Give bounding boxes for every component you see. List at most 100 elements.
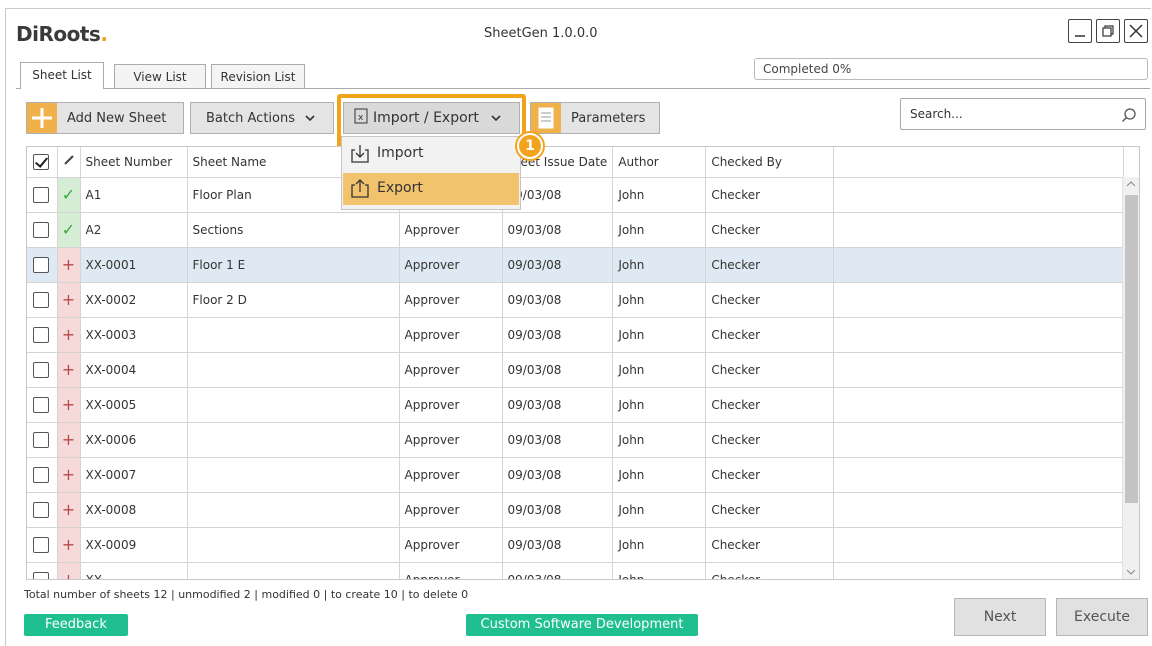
cell-sheet-name[interactable]	[187, 422, 400, 458]
cell-checked-by[interactable]: Checker	[705, 492, 835, 528]
cell-issue-date[interactable]: 09/03/08	[502, 247, 614, 283]
cell-sheet-number[interactable]: XX-0009	[80, 527, 188, 563]
cell-approved-by[interactable]: Approver	[399, 492, 503, 528]
cell-checked-by[interactable]: Checker	[705, 457, 835, 493]
cell-author[interactable]: John	[612, 492, 707, 528]
row-checkbox[interactable]	[27, 177, 58, 213]
cell-issue-date[interactable]: 09/03/08	[502, 352, 614, 388]
row-checkbox[interactable]	[27, 352, 58, 388]
cell-checked-by[interactable]: Checker	[705, 422, 835, 458]
row-checkbox[interactable]	[27, 247, 58, 283]
cell-issue-date[interactable]: 09/03/08	[502, 562, 614, 579]
tab-sheet-list[interactable]: Sheet List	[20, 62, 104, 89]
cell-issue-date[interactable]: 09/03/08	[502, 457, 614, 493]
cell-author[interactable]: John	[612, 352, 707, 388]
row-checkbox[interactable]	[27, 212, 58, 248]
row-checkbox[interactable]	[27, 562, 58, 579]
cell-checked-by[interactable]: Checker	[705, 177, 835, 213]
cell-approved-by[interactable]: Approver	[399, 457, 503, 493]
select-all-checkbox[interactable]	[27, 147, 58, 178]
batch-actions-button[interactable]: Batch Actions	[190, 102, 334, 134]
cell-checked-by[interactable]: Checker	[705, 387, 835, 423]
cell-sheet-name[interactable]	[187, 387, 400, 423]
feedback-button[interactable]: Feedback	[24, 614, 128, 636]
menu-item-import[interactable]: Import	[343, 138, 519, 170]
minimize-button[interactable]	[1068, 19, 1092, 43]
column-header-checked-by[interactable]: Checked By	[705, 147, 835, 178]
cell-sheet-name[interactable]: Sections	[187, 212, 400, 248]
column-header-sheet-number[interactable]: Sheet Number	[80, 147, 188, 178]
table-row[interactable]: ✓ A2 Sections Approver 09/03/08 John Checker	[27, 212, 1125, 248]
cell-sheet-number[interactable]: XX-0007	[80, 457, 188, 493]
row-checkbox[interactable]	[27, 282, 58, 318]
row-checkbox[interactable]	[27, 492, 58, 528]
row-checkbox[interactable]	[27, 317, 58, 353]
cell-checked-by[interactable]: Checker	[705, 317, 835, 353]
cell-checked-by[interactable]: Checker	[705, 527, 835, 563]
scroll-thumb[interactable]	[1125, 195, 1138, 503]
table-row[interactable]: + XX-... Approver 09/03/08 John Checker	[27, 562, 1125, 579]
next-button[interactable]: Next	[954, 598, 1046, 636]
cell-sheet-name[interactable]	[187, 492, 400, 528]
cell-issue-date[interactable]: 09/03/08	[502, 527, 614, 563]
table-row[interactable]: + XX-0004 Approver 09/03/08 John Checker	[27, 352, 1125, 388]
cell-author[interactable]: John	[612, 562, 707, 579]
cell-issue-date[interactable]: 09/03/08	[502, 317, 614, 353]
cell-issue-date[interactable]: 09/03/08	[502, 282, 614, 318]
cell-checked-by[interactable]: Checker	[705, 247, 835, 283]
cell-author[interactable]: John	[612, 212, 707, 248]
cell-sheet-name[interactable]: Floor 1 E	[187, 247, 400, 283]
table-row[interactable]: + XX-0003 Approver 09/03/08 John Checker	[27, 317, 1125, 353]
cell-approved-by[interactable]: Approver	[399, 317, 503, 353]
cell-checked-by[interactable]: Checker	[705, 352, 835, 388]
cell-checked-by[interactable]: Checker	[705, 562, 835, 579]
table-row[interactable]: + XX-0008 Approver 09/03/08 John Checker	[27, 492, 1125, 528]
cell-approved-by[interactable]: Approver	[399, 527, 503, 563]
cell-author[interactable]: John	[612, 387, 707, 423]
cell-author[interactable]: John	[612, 282, 707, 318]
scroll-down-icon[interactable]	[1125, 567, 1138, 577]
table-row[interactable]: ✓ A1 Floor Plan 09/03/08 John Checker	[27, 177, 1125, 213]
cell-issue-date[interactable]: 09/03/08	[502, 492, 614, 528]
cell-approved-by[interactable]: Approver	[399, 352, 503, 388]
cell-issue-date[interactable]: 09/03/08	[502, 212, 614, 248]
table-row[interactable]: + XX-0001 Floor 1 E Approver 09/03/08 John Che…	[27, 247, 1125, 283]
vertical-scrollbar[interactable]	[1122, 177, 1139, 579]
cell-author[interactable]: John	[612, 317, 707, 353]
table-row[interactable]: + XX-0005 Approver 09/03/08 John Checker	[27, 387, 1125, 423]
cell-sheet-number[interactable]: XX-...	[80, 562, 188, 579]
cell-sheet-number[interactable]: XX-0004	[80, 352, 188, 388]
cell-approved-by[interactable]: Approver	[399, 387, 503, 423]
column-header-author[interactable]: Author	[612, 147, 707, 178]
cell-sheet-number[interactable]: A1	[80, 177, 188, 213]
cell-approved-by[interactable]: Approver	[399, 282, 503, 318]
scroll-up-icon[interactable]	[1125, 179, 1138, 189]
row-checkbox[interactable]	[27, 457, 58, 493]
cell-checked-by[interactable]: Checker	[705, 282, 835, 318]
row-checkbox[interactable]	[27, 527, 58, 563]
execute-button[interactable]: Execute	[1056, 598, 1148, 636]
cell-approved-by[interactable]: Approver	[399, 562, 503, 579]
restore-button[interactable]	[1096, 19, 1120, 43]
search-input[interactable]: Search...	[900, 98, 1146, 130]
cell-sheet-name[interactable]	[187, 317, 400, 353]
cell-sheet-number[interactable]: XX-0006	[80, 422, 188, 458]
cell-checked-by[interactable]: Checker	[705, 212, 835, 248]
cell-sheet-number[interactable]: XX-0005	[80, 387, 188, 423]
table-row[interactable]: + XX-0006 Approver 09/03/08 John Checker	[27, 422, 1125, 458]
cell-approved-by[interactable]: Approver	[399, 247, 503, 283]
cell-sheet-name[interactable]	[187, 562, 400, 579]
cell-sheet-number[interactable]: XX-0008	[80, 492, 188, 528]
cell-sheet-number[interactable]: XX-0002	[80, 282, 188, 318]
cell-sheet-name[interactable]	[187, 457, 400, 493]
cell-sheet-number[interactable]: XX-0001	[80, 247, 188, 283]
table-row[interactable]: + XX-0009 Approver 09/03/08 John Checker	[27, 527, 1125, 563]
cell-sheet-name[interactable]	[187, 527, 400, 563]
cell-issue-date[interactable]: 09/03/08	[502, 422, 614, 458]
cell-author[interactable]: John	[612, 422, 707, 458]
table-row[interactable]: + XX-0002 Floor 2 D Approver 09/03/08 John Che…	[27, 282, 1125, 318]
cell-issue-date[interactable]: 09/03/08	[502, 387, 614, 423]
tab-view-list[interactable]: View List	[114, 64, 206, 89]
custom-software-development-button[interactable]: Custom Software Development	[466, 614, 698, 636]
menu-item-export[interactable]: Export	[343, 173, 519, 205]
